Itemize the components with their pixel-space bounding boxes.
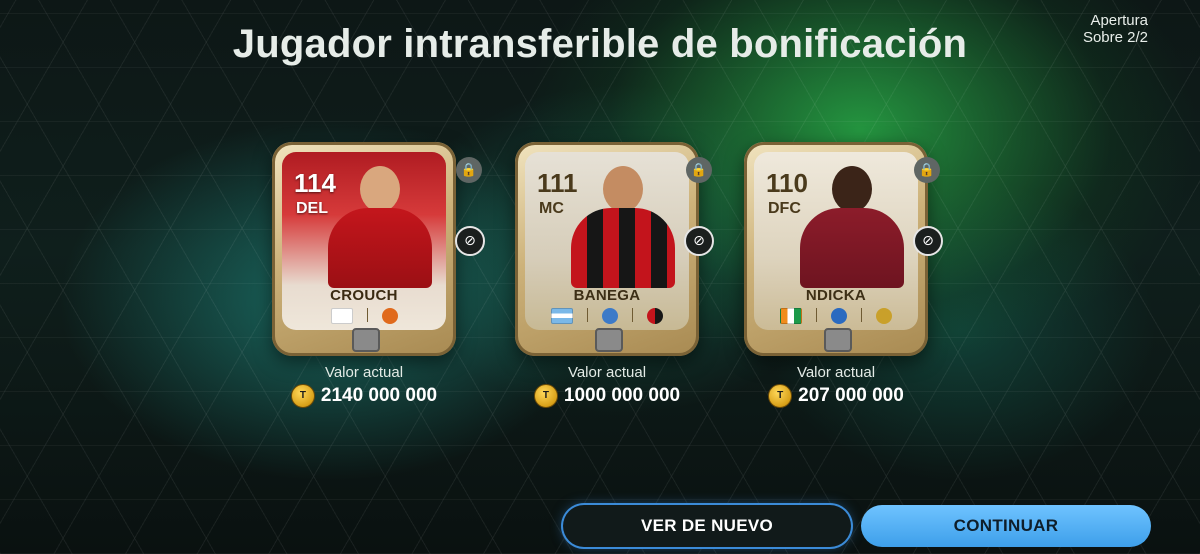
card-attributes bbox=[515, 308, 699, 324]
player-image bbox=[794, 158, 910, 288]
continue-button[interactable]: CONTINUAR bbox=[861, 505, 1151, 547]
player-image bbox=[322, 158, 438, 288]
shield-icon bbox=[352, 328, 380, 352]
card-attributes bbox=[744, 308, 928, 324]
untradeable-icon: ⊘ bbox=[684, 226, 714, 256]
divider bbox=[366, 308, 368, 322]
card-rating: 114 bbox=[294, 168, 336, 198]
nation-flag-icon bbox=[780, 308, 802, 324]
card-value: 1000 000 000 bbox=[563, 385, 681, 406]
player-jersey bbox=[571, 208, 675, 288]
card-rating: 110 bbox=[766, 168, 808, 198]
player-head bbox=[832, 166, 872, 212]
pack-progress-count: Sobre 2/2 bbox=[1082, 29, 1148, 46]
club-badge-icon bbox=[381, 308, 398, 324]
untradeable-icon: ⊘ bbox=[455, 226, 485, 256]
coin-icon: T bbox=[768, 384, 793, 408]
player-head bbox=[360, 166, 400, 212]
coin-icon: T bbox=[533, 384, 558, 408]
divider bbox=[861, 308, 862, 322]
lock-icon: 🔒 bbox=[914, 157, 940, 183]
club-badge-icon bbox=[876, 308, 892, 324]
value-label: Valor actual bbox=[324, 364, 404, 381]
pack-progress: Apertura Sobre 2/2 bbox=[1083, 12, 1148, 46]
player-card-crouch[interactable]: 114 DEL CROUCH bbox=[272, 142, 456, 356]
card-position: DFC bbox=[768, 200, 801, 217]
card-attributes bbox=[272, 308, 456, 324]
coin-icon: T bbox=[290, 384, 315, 408]
player-image bbox=[565, 158, 681, 288]
lock-icon: 🔒 bbox=[456, 157, 482, 183]
club-badge-icon bbox=[647, 308, 663, 324]
league-badge-icon bbox=[831, 308, 847, 324]
card-value: 2140 000 000 bbox=[320, 385, 438, 406]
value-row: T 1000 000 000 bbox=[515, 384, 699, 408]
pack-progress-label: Apertura bbox=[1090, 12, 1148, 29]
divider bbox=[587, 308, 588, 322]
player-head bbox=[603, 166, 643, 212]
card-rating: 111 bbox=[537, 168, 578, 198]
divider bbox=[632, 308, 633, 322]
page-title: Jugador intransferible de bonificación bbox=[232, 22, 968, 66]
card-player-name: BANEGA bbox=[573, 287, 641, 304]
league-badge-icon bbox=[602, 308, 618, 324]
nation-flag-icon bbox=[330, 308, 353, 324]
value-row: T 2140 000 000 bbox=[272, 384, 456, 408]
value-row: T 207 000 000 bbox=[744, 384, 928, 408]
card-position: MC bbox=[539, 200, 564, 217]
card-player-name: CROUCH bbox=[330, 287, 398, 304]
card-position: DEL bbox=[296, 200, 328, 217]
player-card-banega[interactable]: 111 MC BANEGA bbox=[515, 142, 699, 356]
untradeable-icon: ⊘ bbox=[913, 226, 943, 256]
shield-icon bbox=[595, 328, 623, 352]
lock-icon: 🔒 bbox=[686, 157, 712, 183]
view-again-button[interactable]: VER DE NUEVO bbox=[563, 505, 851, 547]
value-label: Valor actual bbox=[796, 364, 876, 381]
divider bbox=[816, 308, 817, 322]
nation-flag-icon bbox=[551, 308, 573, 324]
card-value: 207 000 000 bbox=[798, 385, 904, 406]
player-jersey bbox=[328, 208, 432, 288]
card-player-name: NDICKA bbox=[805, 287, 867, 304]
player-card-ndicka[interactable]: 110 DFC NDICKA bbox=[744, 142, 928, 356]
value-label: Valor actual bbox=[567, 364, 647, 381]
player-jersey bbox=[800, 208, 904, 288]
shield-icon bbox=[824, 328, 852, 352]
